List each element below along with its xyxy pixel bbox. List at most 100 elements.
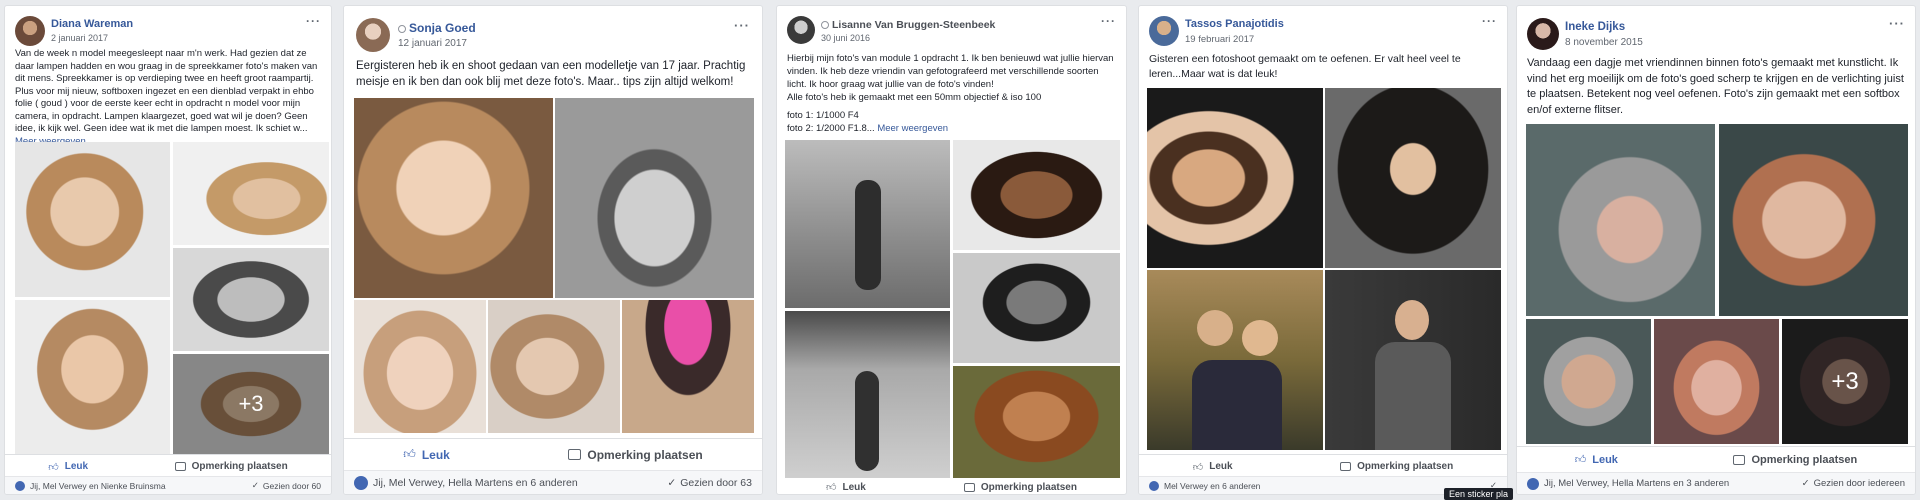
photo[interactable]: [1526, 124, 1715, 316]
like-button[interactable]: 👍︎ Leuk: [1193, 461, 1233, 473]
avatar[interactable]: [15, 16, 45, 46]
action-bar: 👍︎ Leuk Opmerking plaatsen: [1139, 454, 1507, 478]
post-date[interactable]: 19 februari 2017: [1185, 34, 1254, 45]
more-options-icon[interactable]: ···: [734, 18, 750, 33]
post-card: Ineke Dijks 8 november 2015 ··· Vandaag …: [1516, 5, 1916, 495]
photo-grid: [354, 98, 754, 433]
sticker-tooltip: Een sticker pla: [1444, 488, 1514, 500]
avatar[interactable]: [356, 18, 390, 52]
more-options-icon[interactable]: ···: [1482, 14, 1497, 28]
post-footer: Jij, Mel Verwey en Nienke Bruinsma ✓ Gezi…: [5, 476, 331, 494]
action-bar: 👍︎ Leuk Opmerking plaatsen: [777, 478, 1126, 494]
photo-grid: +3: [15, 142, 329, 454]
comment-button[interactable]: Opmerking plaatsen: [174, 461, 288, 472]
post-date[interactable]: 2 januari 2017: [51, 33, 108, 43]
action-bar: 👍︎ Leuk Opmerking plaatsen: [344, 438, 762, 470]
thumbs-up-icon: 👍︎: [1192, 461, 1204, 473]
photo[interactable]: [622, 300, 754, 433]
photo[interactable]: [953, 253, 1120, 363]
more-photos-count[interactable]: +3: [173, 354, 329, 454]
more-options-icon[interactable]: ···: [1889, 16, 1905, 31]
photo[interactable]: [354, 98, 553, 298]
avatar[interactable]: [1527, 18, 1559, 50]
photo[interactable]: [1325, 88, 1501, 268]
post-text: Eergisteren heb ik en shoot gedaan van e…: [356, 60, 746, 88]
post-date[interactable]: 8 november 2015: [1565, 37, 1643, 48]
photo[interactable]: [1147, 270, 1323, 450]
post-date[interactable]: 30 juni 2016: [821, 33, 870, 43]
seen-by[interactable]: Gezien door 60: [263, 481, 321, 491]
comment-icon: [174, 462, 186, 471]
photo[interactable]: [1526, 319, 1651, 444]
comment-button[interactable]: Opmerking plaatsen: [568, 448, 703, 462]
like-button[interactable]: 👍︎ Leuk: [1574, 453, 1618, 467]
globe-icon: [398, 24, 406, 33]
author-name[interactable]: Ineke Dijks: [1565, 21, 1625, 33]
photo[interactable]: [173, 142, 329, 245]
post-text: Hierbij mijn foto's van module 1 opdrach…: [787, 53, 1114, 134]
more-photos-count[interactable]: +3: [1782, 319, 1908, 444]
like-button[interactable]: 👍︎ Leuk: [48, 461, 88, 473]
photo[interactable]: [488, 300, 620, 433]
photo[interactable]: [785, 311, 950, 478]
post-date[interactable]: 12 januari 2017: [398, 38, 467, 49]
check-icon: ✓: [251, 480, 259, 490]
comment-icon: [1340, 462, 1352, 471]
thumbs-up-icon: 👍︎: [1574, 454, 1587, 466]
photo[interactable]: [354, 300, 486, 433]
photo[interactable]: [1654, 319, 1779, 444]
photo[interactable]: [15, 142, 170, 297]
like-reaction-icon: [354, 475, 368, 490]
author-name[interactable]: Sonja Goed: [398, 21, 476, 35]
like-reaction-icon: [1149, 480, 1159, 491]
post-card: Lisanne Van Bruggen-Steenbeek 30 juni 20…: [776, 5, 1127, 495]
post-footer: Jij, Mel Verwey, Hella Martens en 6 ande…: [344, 470, 762, 494]
comment-button[interactable]: Opmerking plaatsen: [1340, 461, 1453, 472]
avatar[interactable]: [1149, 16, 1179, 46]
comment-icon: [963, 482, 975, 492]
like-button[interactable]: 👍︎ Leuk: [403, 447, 450, 462]
seen-by[interactable]: Gezien door 63: [680, 477, 752, 489]
photo[interactable]: [785, 140, 950, 308]
reactions-summary[interactable]: Jij, Mel Verwey, Hella Martens en 3 ande…: [1544, 478, 1729, 489]
action-bar: 👍︎ Leuk Opmerking plaatsen: [5, 454, 331, 478]
post-card: Diana Wareman 2 januari 2017 ··· Van de …: [4, 5, 332, 495]
author-name[interactable]: Tassos Panajotidis: [1185, 18, 1284, 30]
thumbs-up-icon: 👍︎: [403, 447, 416, 461]
like-reaction-icon: [1527, 477, 1539, 490]
author-name[interactable]: Lisanne Van Bruggen-Steenbeek: [821, 19, 995, 31]
post-text: Gisteren een fotoshoot gemaakt om te oef…: [1149, 53, 1461, 80]
action-bar: 👍︎ Leuk Opmerking plaatsen: [1517, 446, 1915, 472]
photo[interactable]: +3: [173, 354, 329, 454]
post-card: Sonja Goed 12 januari 2017 ··· Eergister…: [343, 5, 763, 495]
photo[interactable]: [953, 366, 1120, 478]
more-options-icon[interactable]: ···: [1101, 14, 1116, 28]
avatar[interactable]: [787, 16, 815, 44]
photo[interactable]: [15, 300, 170, 454]
photo[interactable]: [953, 140, 1120, 250]
comment-icon: [568, 449, 582, 460]
check-icon: ✓: [667, 476, 677, 489]
photo[interactable]: [1325, 270, 1501, 450]
reactions-summary[interactable]: Mel Verwey en 6 anderen: [1164, 481, 1260, 491]
comment-button[interactable]: Opmerking plaatsen: [1733, 454, 1857, 466]
post-card: Tassos Panajotidis 19 februari 2017 ··· …: [1138, 5, 1508, 495]
more-options-icon[interactable]: ···: [306, 14, 321, 28]
see-more-link[interactable]: Meer weergeven: [877, 123, 948, 134]
author-name[interactable]: Diana Wareman: [51, 18, 133, 30]
reactions-summary[interactable]: Jij, Mel Verwey, Hella Martens en 6 ande…: [373, 477, 578, 489]
photo[interactable]: [555, 98, 754, 298]
comment-button[interactable]: Opmerking plaatsen: [963, 482, 1077, 493]
reactions-summary[interactable]: Jij, Mel Verwey en Nienke Bruinsma: [30, 481, 166, 491]
photo[interactable]: [173, 248, 329, 351]
photo[interactable]: [1147, 88, 1323, 268]
photo-grid: [785, 140, 1120, 478]
seen-by[interactable]: Gezien door iedereen: [1814, 478, 1905, 489]
photo[interactable]: +3: [1782, 319, 1908, 444]
comment-icon: [1733, 454, 1746, 465]
post-text: Vandaag een dagje met vriendinnen binnen…: [1527, 57, 1904, 116]
photo-grid: +3: [1526, 124, 1908, 444]
thumbs-up-icon: 👍︎: [826, 482, 837, 493]
like-button[interactable]: 👍︎ Leuk: [826, 481, 866, 494]
photo[interactable]: [1719, 124, 1908, 316]
